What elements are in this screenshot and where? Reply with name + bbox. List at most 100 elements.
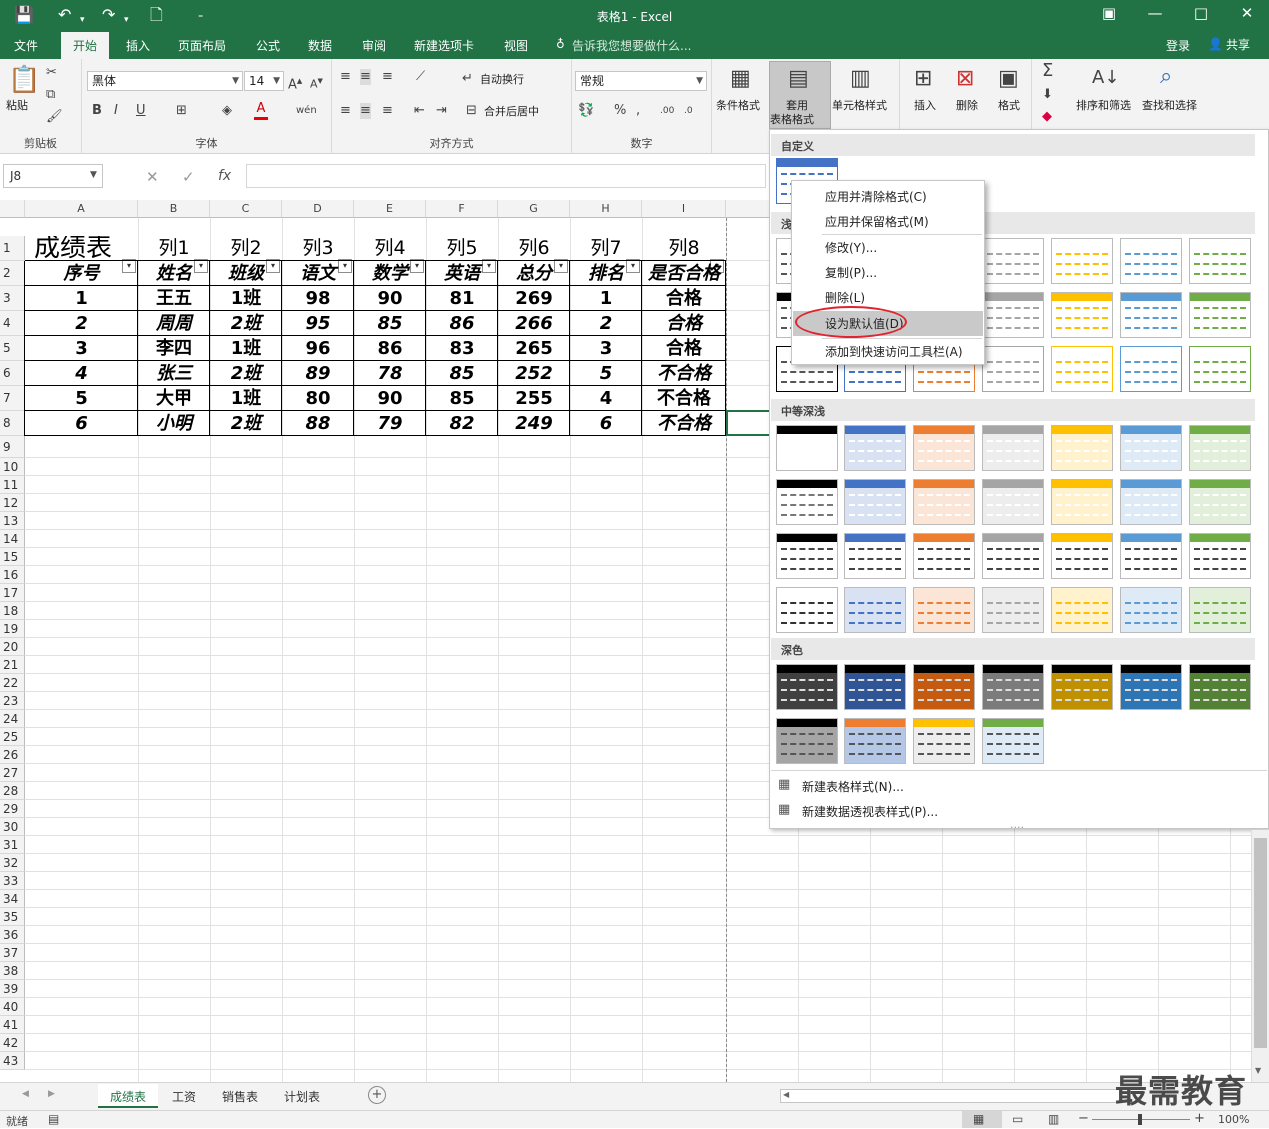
- table-style-swatch[interactable]: [1051, 238, 1113, 284]
- table-cell[interactable]: 李四: [139, 336, 209, 361]
- table-cell[interactable]: 不合格: [643, 361, 725, 386]
- row-header[interactable]: 38: [0, 962, 25, 980]
- table-style-swatch[interactable]: [776, 533, 838, 579]
- table-style-swatch[interactable]: [1051, 346, 1113, 392]
- table-style-swatch[interactable]: [776, 587, 838, 633]
- tab-home[interactable]: 开始: [61, 32, 110, 59]
- conditional-format-button[interactable]: 条件格式: [716, 99, 760, 113]
- sheet-tab-salary[interactable]: 工资: [160, 1084, 208, 1108]
- table-style-swatch[interactable]: [776, 664, 838, 710]
- table-style-swatch[interactable]: [1051, 292, 1113, 338]
- scroll-left-icon[interactable]: ◀: [783, 1090, 789, 1099]
- delete-item[interactable]: 删除(L): [793, 285, 983, 310]
- font-name-select[interactable]: 黑体 ▼: [87, 71, 243, 91]
- row-header[interactable]: 43: [0, 1052, 25, 1070]
- table-cell[interactable]: 269: [499, 286, 569, 311]
- table-cell[interactable]: 80: [283, 386, 353, 411]
- row-header[interactable]: 27: [0, 764, 25, 782]
- row-header[interactable]: 16: [0, 566, 25, 584]
- row-header[interactable]: 39: [0, 980, 25, 998]
- row-header[interactable]: 8: [0, 411, 25, 436]
- table-style-swatch[interactable]: [1120, 533, 1182, 579]
- sheet-tab-plan[interactable]: 计划表: [272, 1084, 332, 1108]
- table-cell[interactable]: 83: [427, 336, 497, 361]
- macro-record-icon[interactable]: ▤: [48, 1112, 59, 1126]
- row-header[interactable]: 31: [0, 836, 25, 854]
- table-cell[interactable]: 2: [26, 311, 137, 336]
- table-style-swatch[interactable]: [1120, 664, 1182, 710]
- bold-icon[interactable]: B: [92, 103, 102, 119]
- table-cell[interactable]: 266: [499, 311, 569, 336]
- table-cell[interactable]: 98: [283, 286, 353, 311]
- table-style-swatch[interactable]: [1120, 425, 1182, 471]
- scroll-right-icon[interactable]: ▶: [48, 1089, 55, 1099]
- zoom-level[interactable]: 100%: [1218, 1113, 1249, 1126]
- table-cell[interactable]: 6: [26, 411, 137, 436]
- maximize-button[interactable]: □: [1186, 4, 1216, 22]
- paste-button[interactable]: 粘贴: [6, 99, 28, 113]
- add-to-quick-access-item[interactable]: 添加到快速访问工具栏(A): [793, 339, 983, 364]
- increase-decimal-icon[interactable]: .00: [660, 103, 674, 119]
- wrap-text-icon[interactable]: ↵: [462, 71, 473, 87]
- row-header[interactable]: 19: [0, 620, 25, 638]
- table-header-cell[interactable]: 排名: [571, 261, 641, 286]
- scroll-left-icon[interactable]: ◀: [22, 1089, 29, 1099]
- table-style-swatch[interactable]: [1051, 425, 1113, 471]
- table-cell[interactable]: 4: [571, 386, 641, 411]
- table-style-swatch[interactable]: [844, 587, 906, 633]
- table-header-cell[interactable]: 班级: [211, 261, 281, 286]
- table-style-swatch[interactable]: [1189, 238, 1251, 284]
- add-sheet-icon[interactable]: +: [368, 1086, 386, 1104]
- delete-button[interactable]: 删除: [956, 99, 978, 113]
- table-style-swatch[interactable]: [1051, 664, 1113, 710]
- page-layout-view-icon[interactable]: ▭: [1012, 1112, 1023, 1126]
- align-right-icon[interactable]: ≡: [382, 103, 393, 119]
- number-format-select[interactable]: 常规 ▼: [575, 71, 707, 91]
- table-style-swatch[interactable]: [1120, 587, 1182, 633]
- table-style-swatch[interactable]: [844, 664, 906, 710]
- format-cells-icon[interactable]: ▣: [998, 65, 1019, 93]
- table-style-swatch[interactable]: [982, 587, 1044, 633]
- table-cell[interactable]: 78: [355, 361, 425, 386]
- table-cell[interactable]: 255: [499, 386, 569, 411]
- table-cell[interactable]: 2: [571, 311, 641, 336]
- tab-formulas[interactable]: 公式: [256, 37, 280, 54]
- table-style-swatch[interactable]: [1189, 346, 1251, 392]
- tab-view[interactable]: 视图: [504, 37, 528, 54]
- table-style-swatch[interactable]: [913, 425, 975, 471]
- align-bottom-icon[interactable]: ≡: [382, 69, 393, 85]
- row-header[interactable]: 23: [0, 692, 25, 710]
- table-header-cell[interactable]: 总分: [499, 261, 569, 286]
- merge-center-icon[interactable]: ⊟: [466, 103, 477, 119]
- row-header[interactable]: 5: [0, 336, 25, 361]
- modify-item[interactable]: 修改(Y)...: [793, 235, 983, 260]
- table-style-swatch[interactable]: [913, 718, 975, 764]
- table-style-swatch[interactable]: [844, 479, 906, 525]
- row-header[interactable]: 10: [0, 458, 25, 476]
- scroll-down-icon[interactable]: ▼: [1255, 1066, 1261, 1075]
- autosum-icon[interactable]: Σ: [1042, 62, 1053, 80]
- resize-grip-icon[interactable]: ....: [1010, 818, 1024, 831]
- normal-view-icon[interactable]: ▦: [973, 1112, 984, 1126]
- horizontal-scrollbar[interactable]: ◀: [780, 1089, 1120, 1103]
- cell-style-button[interactable]: 单元格样式: [832, 99, 887, 113]
- row-header[interactable]: 25: [0, 728, 25, 746]
- table-style-swatch[interactable]: [913, 479, 975, 525]
- table-cell[interactable]: 90: [355, 286, 425, 311]
- table-cell[interactable]: 合格: [643, 336, 725, 361]
- table-style-swatch[interactable]: [844, 425, 906, 471]
- column-header[interactable]: I: [642, 200, 726, 218]
- row-header[interactable]: 1: [0, 236, 25, 261]
- row-header[interactable]: 26: [0, 746, 25, 764]
- row-header[interactable]: 22: [0, 674, 25, 692]
- ribbon-display-icon[interactable]: ▣: [1094, 4, 1124, 22]
- align-left-icon[interactable]: ≡: [340, 103, 351, 119]
- row-header[interactable]: 21: [0, 656, 25, 674]
- table-style-swatch[interactable]: [1189, 533, 1251, 579]
- table-cell[interactable]: 5: [571, 361, 641, 386]
- zoom-in-icon[interactable]: +: [1194, 1111, 1205, 1126]
- table-cell[interactable]: 不合格: [643, 386, 725, 411]
- table-cell[interactable]: 2班: [211, 411, 281, 436]
- formula-input[interactable]: [246, 164, 766, 188]
- row-header[interactable]: 36: [0, 926, 25, 944]
